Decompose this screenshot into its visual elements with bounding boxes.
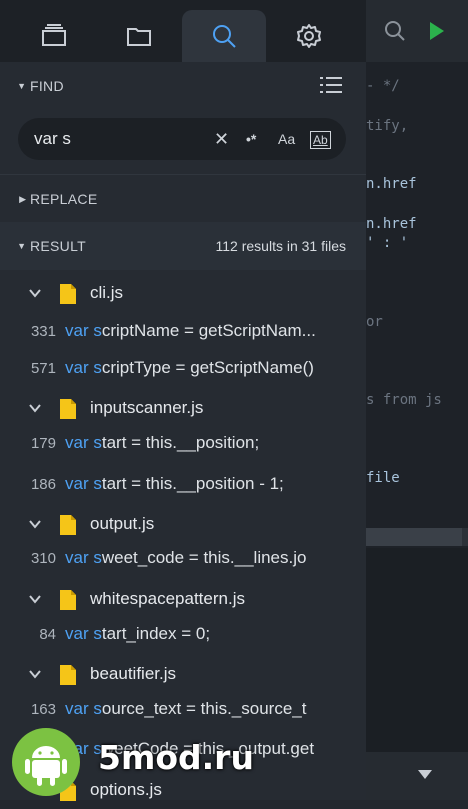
run-icon[interactable]	[430, 22, 444, 40]
editor-line: n.href	[366, 216, 417, 232]
tab-open-files[interactable]	[12, 10, 96, 62]
match-text: var sweet_code = this.__lines.jo	[65, 548, 307, 567]
folder-icon	[127, 28, 151, 46]
result-file-row[interactable]: inputscanner.js	[0, 389, 366, 427]
result-file-row[interactable]: options.js	[0, 771, 366, 809]
result-match-row[interactable]: 310 var sweet_code = this.__lines.jo	[0, 539, 366, 577]
file-icon	[60, 515, 76, 535]
result-summary: 112 results in 31 files	[215, 238, 346, 254]
file-icon	[60, 781, 76, 801]
result-match-row[interactable]: 571 var scriptType = getScriptName()	[0, 349, 366, 387]
find-search-box: ✕ •* Aa Ab	[18, 118, 346, 160]
chevron-down-icon	[29, 289, 41, 298]
editor-line: or	[366, 314, 383, 330]
search-icon[interactable]	[384, 20, 406, 42]
line-number: 571	[30, 359, 56, 377]
find-label: FIND	[30, 78, 64, 94]
editor-horizontal-scrollbar[interactable]	[366, 528, 468, 546]
result-label: RESULT	[30, 238, 86, 254]
gear-icon	[297, 24, 321, 48]
find-section-header[interactable]: ▼ FIND	[0, 62, 366, 110]
replace-section-header[interactable]: ▶ REPLACE	[0, 174, 366, 224]
scrollbar-thumb[interactable]	[462, 528, 468, 546]
tab-search[interactable]	[182, 10, 266, 62]
editor-line: file	[366, 470, 400, 486]
result-file-row[interactable]: whitespacepattern.js	[0, 580, 366, 618]
file-icon	[60, 399, 76, 419]
editor-line: - */	[366, 78, 400, 94]
file-icon	[60, 590, 76, 610]
regex-toggle-icon[interactable]: •*	[246, 128, 256, 150]
tab-explorer[interactable]	[97, 10, 181, 62]
result-file-name: beautifier.js	[90, 664, 176, 683]
search-icon	[213, 25, 236, 48]
console-bar	[366, 752, 468, 800]
file-icon	[60, 284, 76, 304]
result-file-name: inputscanner.js	[90, 398, 204, 417]
chevron-down-icon	[29, 404, 41, 413]
search-panel: ▼ FIND ✕ •* Aa Ab ▶ REPLACE ▼ RESULT 112…	[0, 0, 366, 801]
result-match-row[interactable]: 84 var start_index = 0;	[0, 615, 366, 653]
match-text: var source_text = this._source_t	[65, 699, 307, 718]
whole-word-toggle[interactable]: Ab	[310, 131, 331, 149]
editor-line: tify,	[366, 118, 409, 134]
line-number: 179	[30, 434, 56, 452]
result-match-row[interactable]: 163 var source_text = this._source_t	[0, 690, 366, 728]
result-file-name: output.js	[90, 514, 155, 533]
editor-toolbar	[366, 0, 468, 62]
match-text: var scriptType = getScriptName()	[65, 358, 314, 377]
result-section-header[interactable]: ▼ RESULT 112 results in 31 files	[0, 222, 366, 270]
expand-arrow-icon: ▶	[19, 193, 26, 204]
result-file-row[interactable]: output.js	[0, 505, 366, 543]
chevron-down-icon[interactable]	[418, 770, 432, 780]
result-match-row[interactable]: 331 var scriptName = getScriptNam...	[0, 312, 366, 350]
chevron-down-icon	[29, 520, 41, 529]
collapse-arrow-icon: ▼	[17, 81, 26, 91]
chevron-down-icon	[29, 595, 41, 604]
match-text: var start_index = 0;	[65, 624, 211, 643]
tab-settings[interactable]	[267, 10, 351, 62]
result-match-row[interactable]: var sweetCode = this._output.get	[0, 730, 366, 768]
result-file-name: whitespacepattern.js	[90, 589, 245, 608]
result-file-name: cli.js	[90, 283, 124, 302]
line-number: 163	[30, 700, 56, 718]
match-text: var sweetCode = this._output.get	[65, 739, 315, 758]
result-file-name: options.js	[90, 780, 162, 799]
panel-tabbar	[0, 0, 366, 62]
list-options-icon[interactable]	[320, 76, 342, 94]
editor-line: ' : '	[366, 235, 409, 251]
match-text: var start = this.__position;	[65, 433, 260, 452]
line-number: 331	[30, 322, 56, 340]
clear-icon[interactable]: ✕	[214, 128, 229, 150]
editor-line: s from js	[366, 392, 442, 408]
result-file-row[interactable]: beautifier.js	[0, 655, 366, 693]
replace-label: REPLACE	[30, 191, 98, 207]
line-number: 84	[39, 625, 56, 643]
file-icon	[60, 665, 76, 685]
result-file-row[interactable]: cli.js	[0, 274, 366, 312]
editor-line: n.href	[366, 176, 417, 192]
result-match-row[interactable]: 179 var start = this.__position;	[0, 424, 366, 462]
match-text: var start = this.__position - 1;	[65, 474, 284, 493]
find-input[interactable]	[32, 128, 212, 150]
line-number: 186	[30, 475, 56, 493]
line-number: 310	[30, 549, 56, 567]
collapse-arrow-icon: ▼	[17, 241, 26, 251]
match-case-toggle[interactable]: Aa	[278, 128, 295, 150]
match-text: var scriptName = getScriptNam...	[65, 321, 316, 340]
tabs-icon	[42, 24, 66, 46]
result-match-row[interactable]: 186 var start = this.__position - 1;	[0, 465, 366, 503]
chevron-down-icon	[29, 670, 41, 679]
